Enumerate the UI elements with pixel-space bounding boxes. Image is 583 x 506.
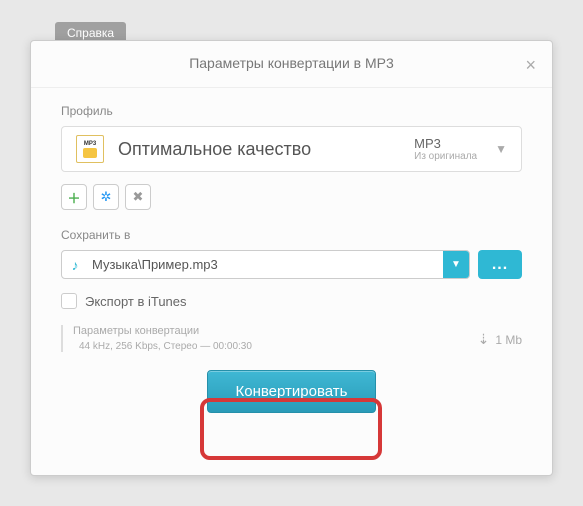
mp3-icon: MP3 bbox=[76, 135, 104, 163]
path-dropdown-button[interactable]: ▼ bbox=[443, 251, 469, 278]
dialog-title: Параметры конвертации в MP3 bbox=[189, 55, 394, 71]
close-icon[interactable]: × bbox=[525, 55, 536, 76]
settings-button[interactable]: ✲ bbox=[93, 184, 119, 210]
music-note-icon: ♪ bbox=[62, 251, 88, 278]
convert-wrap: Конвертировать bbox=[61, 370, 522, 413]
save-row: ♪ ▼ ... bbox=[61, 250, 522, 279]
params-title: Параметры конвертации bbox=[73, 325, 522, 337]
profile-selector[interactable]: MP3 Оптимальное качество MP3 Из оригинал… bbox=[61, 126, 522, 172]
size-info: ⇣ 1 Mb bbox=[478, 331, 522, 348]
save-label: Сохранить в bbox=[61, 228, 522, 242]
profile-format: MP3 Из оригинала bbox=[414, 136, 477, 162]
profile-name: Оптимальное качество bbox=[118, 139, 414, 160]
export-itunes-row: Экспорт в iTunes bbox=[61, 293, 522, 309]
delete-profile-button[interactable]: ✖ bbox=[125, 184, 151, 210]
convert-button[interactable]: Конвертировать bbox=[207, 370, 377, 413]
export-itunes-checkbox[interactable] bbox=[61, 293, 77, 309]
dialog-body: Профиль MP3 Оптимальное качество MP3 Из … bbox=[31, 88, 552, 429]
add-profile-button[interactable]: ＋ bbox=[61, 184, 87, 210]
browse-button[interactable]: ... bbox=[478, 250, 522, 279]
params-section: Параметры конвертации 44 kHz, 256 Kbps, … bbox=[61, 325, 522, 352]
dialog-header: Параметры конвертации в MP3 × bbox=[31, 41, 552, 88]
profile-label: Профиль bbox=[61, 104, 522, 118]
chevron-down-icon: ▼ bbox=[495, 142, 507, 156]
export-itunes-label: Экспорт в iTunes bbox=[85, 294, 187, 309]
params-detail: 44 kHz, 256 Kbps, Стерео — 00:00:30 bbox=[73, 341, 522, 352]
file-size: 1 Mb bbox=[495, 333, 522, 347]
profile-actions: ＋ ✲ ✖ bbox=[61, 184, 522, 210]
conversion-dialog: Параметры конвертации в MP3 × Профиль MP… bbox=[30, 40, 553, 476]
save-path-input[interactable] bbox=[88, 251, 443, 278]
save-input-wrap: ♪ ▼ bbox=[61, 250, 470, 279]
download-icon: ⇣ bbox=[478, 331, 490, 348]
